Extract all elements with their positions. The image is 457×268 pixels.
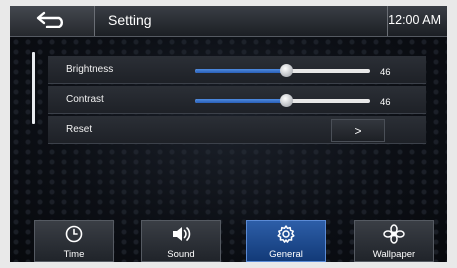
- contrast-row: Contrast 46: [48, 86, 426, 114]
- brightness-value: 46: [380, 67, 391, 78]
- tab-time[interactable]: Time: [34, 220, 114, 262]
- settings-list: Brightness 46 Contrast 46 Reset >: [48, 56, 426, 144]
- slider-thumb[interactable]: [280, 64, 293, 77]
- tab-wallpaper[interactable]: Wallpaper: [354, 220, 434, 262]
- back-button[interactable]: [10, 6, 95, 36]
- flower-icon: [355, 224, 433, 244]
- reset-label: Reset: [66, 124, 93, 135]
- contrast-slider[interactable]: [195, 94, 370, 107]
- speaker-icon: [142, 224, 220, 244]
- tab-label: Sound: [167, 249, 195, 260]
- page-title: Setting: [108, 12, 152, 28]
- clock-time: 12:00 AM: [388, 13, 441, 27]
- chevron-right-icon: >: [354, 123, 362, 138]
- tab-sound[interactable]: Sound: [141, 220, 221, 262]
- status-bar: Setting 12:00 AM: [10, 6, 447, 37]
- bottom-tab-bar: Time Sound General Wallpaper: [34, 220, 434, 262]
- tab-label: Time: [63, 249, 85, 260]
- contrast-value: 46: [380, 97, 391, 108]
- tab-label: Wallpaper: [372, 249, 416, 260]
- slider-fill: [195, 99, 286, 103]
- reset-row: Reset >: [48, 116, 426, 144]
- scroll-indicator[interactable]: [32, 52, 35, 124]
- brightness-row: Brightness 46: [48, 56, 426, 84]
- back-arrow-icon: [35, 10, 69, 33]
- device-bezel: Setting 12:00 AM Brightness 46 Contrast: [0, 0, 457, 268]
- slider-fill: [195, 69, 286, 73]
- contrast-label: Contrast: [66, 94, 104, 105]
- reset-button[interactable]: >: [331, 119, 385, 142]
- brightness-label: Brightness: [66, 64, 114, 75]
- brightness-slider[interactable]: [195, 64, 370, 77]
- clock-icon: [35, 224, 113, 244]
- tab-general[interactable]: General: [246, 220, 326, 262]
- gear-icon: [247, 224, 325, 244]
- tab-label: General: [269, 249, 303, 260]
- screen: Setting 12:00 AM Brightness 46 Contrast: [10, 6, 447, 262]
- slider-thumb[interactable]: [280, 94, 293, 107]
